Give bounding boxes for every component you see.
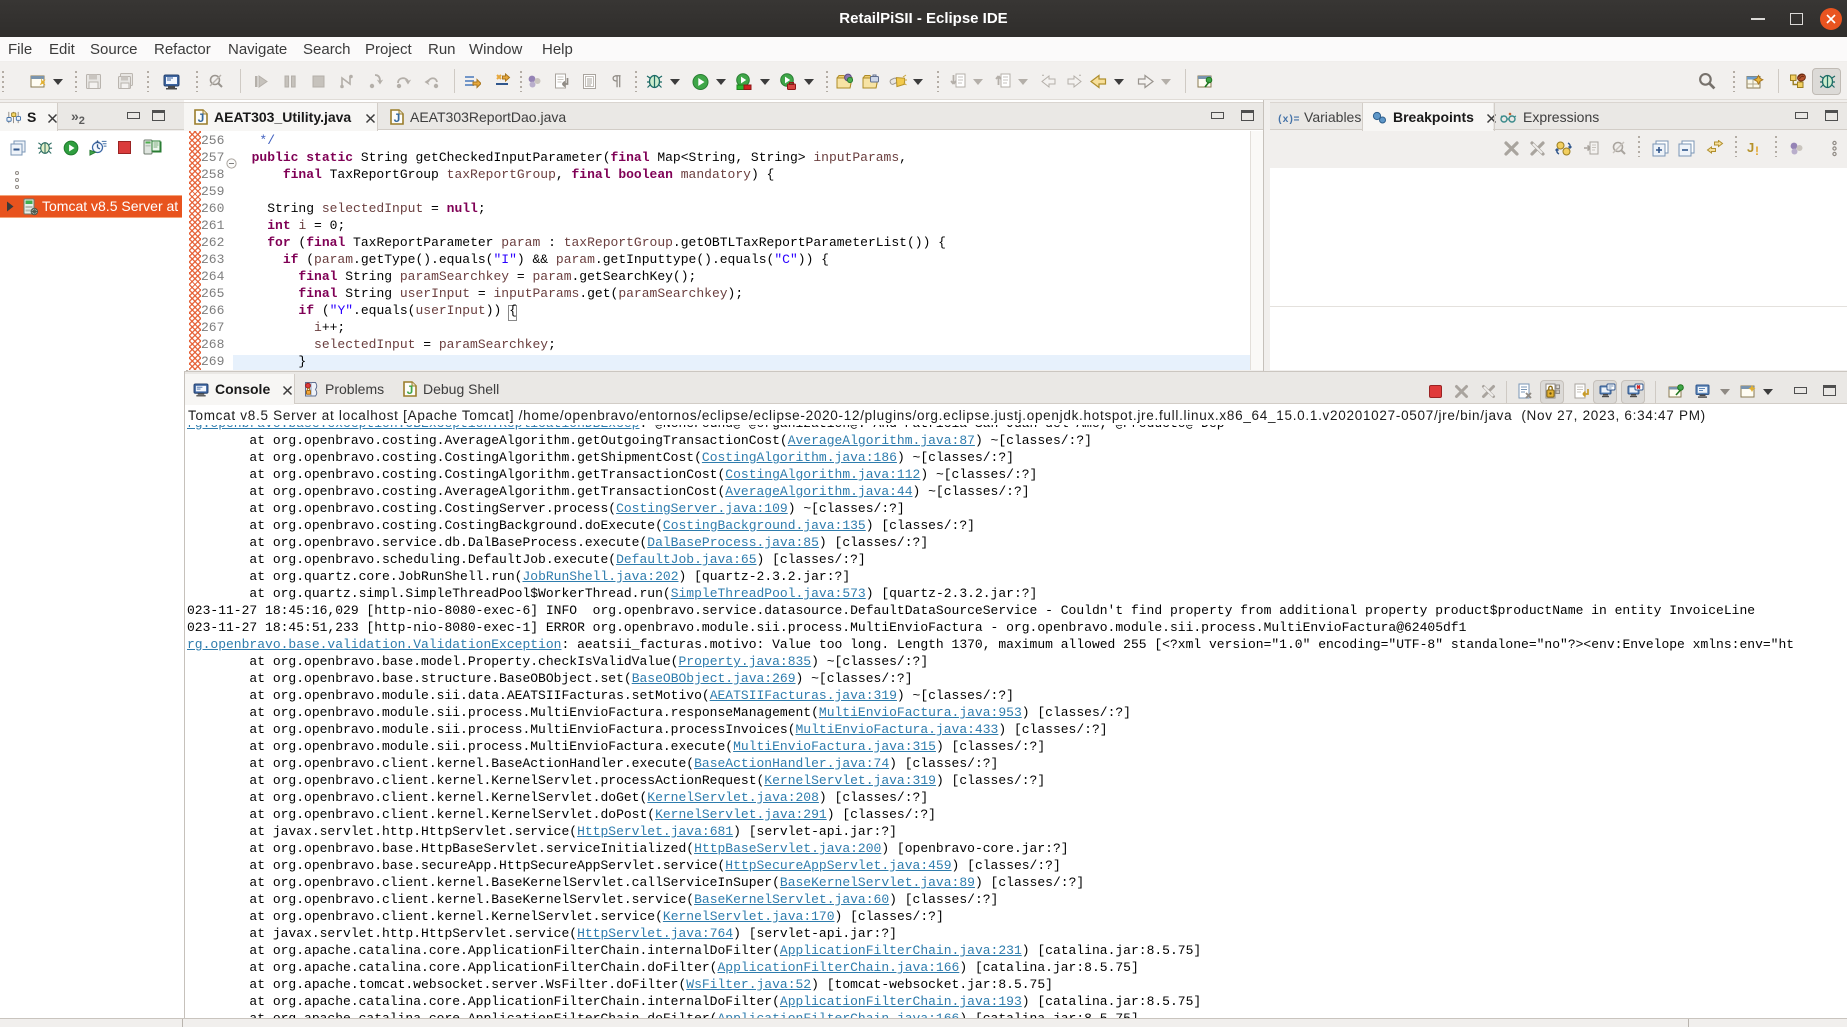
svg-text:J: J xyxy=(407,383,414,397)
svg-text:J: J xyxy=(394,111,401,125)
svg-text:J: J xyxy=(1747,140,1754,155)
svg-text:!: ! xyxy=(1755,144,1759,157)
svg-text:J: J xyxy=(198,111,205,125)
